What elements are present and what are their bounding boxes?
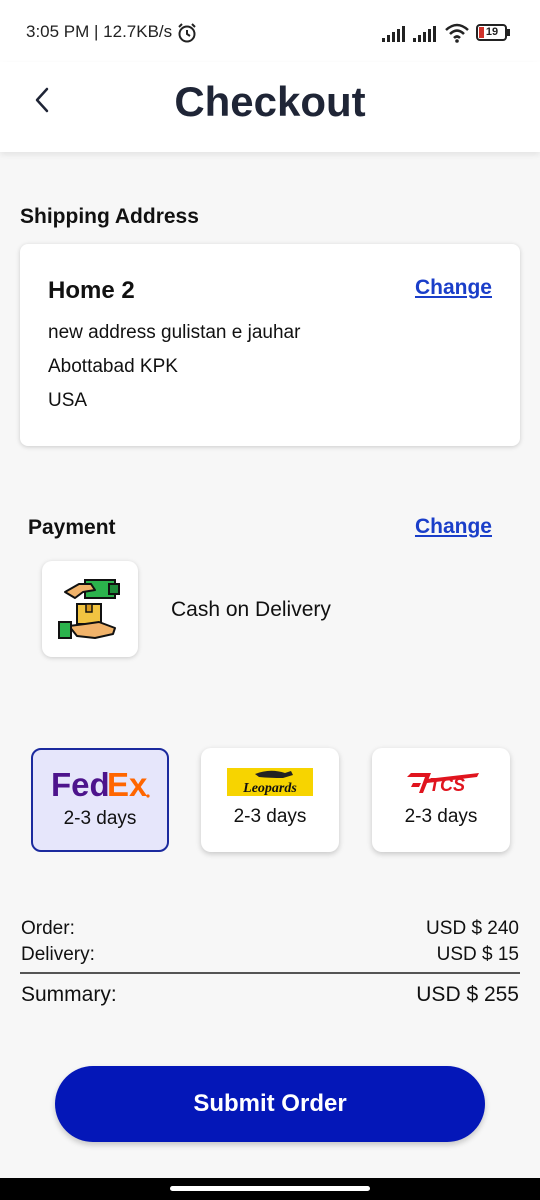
fedex-logo: Fed Ex xyxy=(33,764,167,804)
courier-option-tcs[interactable]: TCS 2-3 days xyxy=(372,748,510,852)
summary-total-value: USD $ 255 xyxy=(416,983,519,1006)
address-line: USA xyxy=(48,390,88,411)
status-time-speed: 3:05 PM | 12.7KB/s xyxy=(26,22,173,41)
shipping-section-title: Shipping Address xyxy=(20,205,199,228)
battery-level: 19 xyxy=(485,26,499,38)
courier-option-leopards[interactable]: Leopards 2-3 days xyxy=(201,748,339,852)
payment-method-icon-box[interactable] xyxy=(42,561,138,657)
change-address-link[interactable]: Change xyxy=(415,276,492,300)
alarm-icon xyxy=(178,23,196,43)
wifi-icon xyxy=(445,23,469,43)
courier-days: 2-3 days xyxy=(63,808,137,829)
svg-text:Leopards: Leopards xyxy=(242,781,297,796)
header: Checkout xyxy=(0,62,540,152)
address-name: Home 2 xyxy=(48,277,135,304)
submit-order-button[interactable]: Submit Order xyxy=(55,1066,485,1142)
svg-text:Fed: Fed xyxy=(51,766,110,803)
delivery-label: Delivery: xyxy=(21,944,95,965)
signal-icon xyxy=(382,26,405,42)
tcs-logo: TCS xyxy=(372,762,510,802)
payment-method-label: Cash on Delivery xyxy=(171,598,331,621)
courier-option-fedex[interactable]: Fed Ex 2-3 days xyxy=(31,748,169,852)
system-nav-bar xyxy=(0,1178,540,1200)
change-payment-link[interactable]: Change xyxy=(415,515,492,539)
leopards-logo: Leopards xyxy=(201,762,339,802)
address-line: new address gulistan e jauhar xyxy=(48,322,301,343)
home-indicator[interactable] xyxy=(170,1186,370,1191)
address-card: Home 2 Change new address gulistan e jau… xyxy=(20,244,520,446)
courier-days: 2-3 days xyxy=(404,806,478,827)
payment-section-title: Payment xyxy=(28,516,116,539)
signal-icon-2 xyxy=(413,26,436,42)
checkout-screen: 3:05 PM | 12.7KB/s 19 Checkout Shipping … xyxy=(0,0,540,1200)
page-title: Checkout xyxy=(174,78,366,125)
address-line: Abottabad KPK xyxy=(48,356,178,377)
courier-days: 2-3 days xyxy=(233,806,307,827)
summary-total-label: Summary: xyxy=(21,983,117,1006)
order-label: Order: xyxy=(21,918,75,939)
order-value: USD $ 240 xyxy=(426,918,519,939)
cash-on-delivery-icon xyxy=(58,579,120,639)
svg-text:Ex: Ex xyxy=(107,766,148,803)
summary-divider xyxy=(20,972,520,974)
status-bar: 3:05 PM | 12.7KB/s 19 xyxy=(0,0,540,62)
delivery-value: USD $ 15 xyxy=(436,944,519,965)
